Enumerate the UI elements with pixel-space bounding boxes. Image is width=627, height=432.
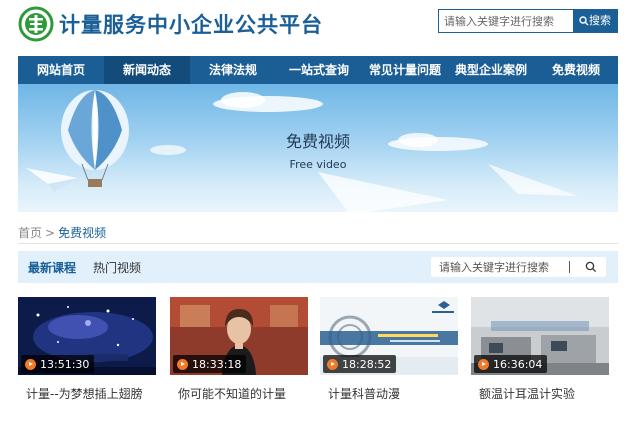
- video-card[interactable]: 18:28:52 计量科普动漫: [320, 297, 458, 402]
- breadcrumb-separator: >: [45, 226, 56, 240]
- search-icon[interactable]: [585, 261, 597, 273]
- duration-badge: 16:36:04: [474, 355, 548, 373]
- nav-item-one-stop-query[interactable]: 一站式查询: [276, 56, 362, 84]
- video-duration: 18:28:52: [342, 357, 392, 371]
- breadcrumb-current[interactable]: 免费视频: [58, 226, 106, 240]
- video-card[interactable]: 16:36:04 额温计耳温计实验: [471, 297, 609, 402]
- site-title[interactable]: 计量服务中小企业公共平台: [59, 9, 323, 39]
- video-title[interactable]: 你可能不知道的计量: [170, 385, 308, 402]
- video-thumbnail[interactable]: 18:33:18: [170, 297, 308, 375]
- video-thumbnail[interactable]: 16:36:04: [471, 297, 609, 375]
- header-search-label: 搜索: [589, 14, 611, 27]
- duration-badge: 13:51:30: [21, 355, 95, 373]
- play-icon: [177, 358, 188, 370]
- video-duration: 13:51:30: [40, 357, 90, 371]
- tab-latest-courses[interactable]: 最新课程: [28, 259, 76, 276]
- video-title[interactable]: 计量--为梦想插上翅膀: [18, 385, 156, 402]
- video-thumbnail[interactable]: 18:28:52: [320, 297, 458, 375]
- header: 计量服务中小企业公共平台 请输入关键字进行搜索 搜索: [0, 0, 627, 50]
- play-icon: [478, 358, 489, 370]
- header-search-button[interactable]: 搜索: [573, 10, 617, 32]
- play-icon: [25, 358, 36, 370]
- video-card[interactable]: 13:51:30 计量--为梦想插上翅膀: [18, 297, 156, 402]
- duration-badge: 18:28:52: [323, 355, 397, 373]
- video-duration: 18:33:18: [192, 357, 242, 371]
- nav-item-news[interactable]: 新闻动态: [104, 56, 190, 84]
- nav-item-free-video[interactable]: 免费视频: [534, 56, 618, 84]
- video-thumbnail[interactable]: 13:51:30: [18, 297, 156, 375]
- duration-badge: 18:33:18: [173, 355, 247, 373]
- banner-subtitle: Free video: [289, 158, 347, 171]
- video-card[interactable]: 18:33:18 你可能不知道的计量: [170, 297, 308, 402]
- text-caret: [569, 261, 570, 273]
- logo-icon[interactable]: [18, 6, 54, 42]
- tab-hot-videos[interactable]: 热门视频: [93, 259, 141, 276]
- header-search[interactable]: 请输入关键字进行搜索 搜索: [438, 9, 618, 33]
- banner: 免费视频 Free video: [18, 84, 618, 212]
- tab-bar: 最新课程 热门视频 请输入关键字进行搜索: [18, 251, 618, 283]
- video-duration: 16:36:04: [493, 357, 543, 371]
- header-search-input[interactable]: 请输入关键字进行搜索: [444, 13, 554, 29]
- breadcrumb-home[interactable]: 首页: [18, 226, 42, 240]
- nav-item-cases[interactable]: 典型企业案例: [448, 56, 534, 84]
- video-search[interactable]: 请输入关键字进行搜索: [431, 257, 606, 277]
- breadcrumb: 首页 > 免费视频: [18, 224, 106, 241]
- play-icon: [327, 358, 338, 370]
- nav-item-home[interactable]: 网站首页: [18, 56, 104, 84]
- video-title[interactable]: 计量科普动漫: [320, 385, 458, 402]
- main-nav: 网站首页 新闻动态 法律法规 一站式查询 常见计量问题 典型企业案例 免费视频: [18, 56, 618, 84]
- nav-item-faq[interactable]: 常见计量问题: [362, 56, 448, 84]
- video-title[interactable]: 额温计耳温计实验: [471, 385, 609, 402]
- nav-item-laws[interactable]: 法律法规: [190, 56, 276, 84]
- divider: [18, 243, 618, 244]
- search-icon: [579, 16, 589, 26]
- video-search-input[interactable]: 请输入关键字进行搜索: [439, 259, 549, 275]
- banner-title: 免费视频: [285, 132, 350, 151]
